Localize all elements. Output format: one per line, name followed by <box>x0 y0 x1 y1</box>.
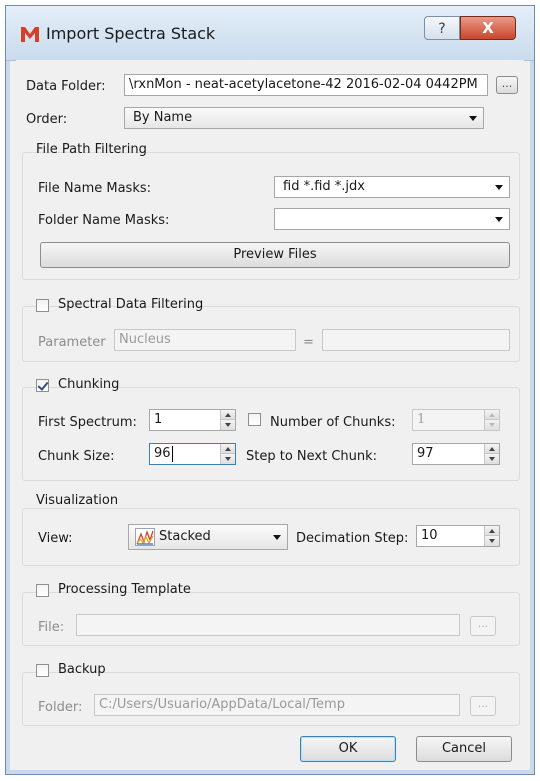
chevron-down-icon <box>273 535 281 540</box>
decimation-step-label: Decimation Step: <box>296 531 409 546</box>
decimation-step-spinbox[interactable]: 10 <box>416 525 500 547</box>
parameter-value-field[interactable] <box>322 329 510 351</box>
import-dialog: Import Spectra Stack ? X Data Folder: \r… <box>5 5 535 775</box>
spin-up-icon[interactable] <box>485 526 499 536</box>
chunk-size-label: Chunk Size: <box>38 449 115 464</box>
number-of-chunks-label: Number of Chunks: <box>270 415 396 430</box>
decimation-step-stepper[interactable] <box>484 526 499 546</box>
first-spectrum-spinbox[interactable]: 1 <box>149 409 236 431</box>
spin-down-icon[interactable] <box>485 454 499 464</box>
parameter-field[interactable]: Nucleus <box>114 329 296 351</box>
dialog-body: Data Folder: \rxnMon - neat-acetylaceton… <box>16 60 524 770</box>
file-name-masks-value: fid *.fid *.jdx <box>283 179 365 194</box>
spin-up-icon[interactable] <box>221 410 235 420</box>
spin-up-icon[interactable] <box>485 410 499 420</box>
chevron-down-icon <box>495 185 503 190</box>
chunk-size-spinbox[interactable]: 96 <box>149 443 236 465</box>
preview-files-button[interactable]: Preview Files <box>40 242 510 268</box>
chunk-size-stepper[interactable] <box>220 444 235 464</box>
folder-name-masks-select[interactable] <box>274 208 510 230</box>
file-name-masks-select[interactable]: fid *.fid *.jdx <box>274 176 510 198</box>
chunking-title: Chunking <box>58 377 120 392</box>
order-label: Order: <box>26 112 68 127</box>
spectral-data-filtering-checkbox[interactable] <box>36 299 49 312</box>
step-to-next-chunk-value: 97 <box>417 446 434 461</box>
backup-checkbox[interactable] <box>36 664 49 677</box>
title-bar[interactable]: Import Spectra Stack ? X <box>6 6 534 61</box>
order-selected-value: By Name <box>133 110 193 125</box>
chevron-down-icon <box>469 116 477 121</box>
chunking-checkbox[interactable] <box>36 379 49 392</box>
number-of-chunks-value: 1 <box>417 412 426 427</box>
order-select[interactable]: By Name <box>124 107 484 129</box>
spin-up-icon[interactable] <box>221 444 235 454</box>
step-to-next-chunk-stepper[interactable] <box>484 444 499 464</box>
view-label: View: <box>38 531 73 546</box>
first-spectrum-label: First Spectrum: <box>38 415 137 430</box>
window-title: Import Spectra Stack <box>46 24 216 43</box>
spin-down-icon[interactable] <box>221 420 235 430</box>
file-path-filtering-title: File Path Filtering <box>36 142 147 157</box>
file-name-masks-label: File Name Masks: <box>38 181 152 196</box>
spin-up-icon[interactable] <box>485 444 499 454</box>
template-browse-button[interactable]: ... <box>470 616 496 636</box>
first-spectrum-stepper[interactable] <box>220 410 235 430</box>
number-of-chunks-checkbox[interactable] <box>248 413 261 426</box>
processing-template-title: Processing Template <box>58 582 191 597</box>
folder-name-masks-label: Folder Name Masks: <box>38 213 170 228</box>
number-of-chunks-stepper[interactable] <box>484 410 499 430</box>
close-button[interactable]: X <box>460 16 516 40</box>
backup-folder-label: Folder: <box>38 700 83 715</box>
text-caret <box>172 446 173 462</box>
chunk-size-value: 96 <box>154 446 171 461</box>
chunking-group <box>22 387 520 481</box>
template-file-field[interactable] <box>76 614 460 636</box>
spin-down-icon[interactable] <box>221 454 235 464</box>
cancel-button[interactable]: Cancel <box>416 736 512 762</box>
file-label: File: <box>38 620 65 635</box>
app-logo-icon <box>21 27 39 42</box>
view-selected-value: Stacked <box>159 529 211 544</box>
data-folder-label: Data Folder: <box>26 79 106 94</box>
equals-label: = <box>303 335 314 350</box>
parameter-label: Parameter <box>38 335 106 350</box>
step-to-next-chunk-label: Step to Next Chunk: <box>246 449 378 464</box>
decimation-step-value: 10 <box>421 528 438 543</box>
backup-browse-button[interactable]: ... <box>470 696 496 716</box>
chevron-down-icon <box>495 217 503 222</box>
visualization-title: Visualization <box>36 493 119 508</box>
help-button[interactable]: ? <box>424 16 460 40</box>
data-folder-field[interactable]: \rxnMon - neat-acetylacetone-42 2016-02-… <box>124 74 488 96</box>
backup-title: Backup <box>58 662 106 677</box>
stacked-plot-icon <box>135 528 155 546</box>
spin-down-icon[interactable] <box>485 536 499 546</box>
ok-button[interactable]: OK <box>300 736 396 762</box>
spin-down-icon[interactable] <box>485 420 499 430</box>
number-of-chunks-spinbox[interactable]: 1 <box>412 409 500 431</box>
spectral-data-filtering-title: Spectral Data Filtering <box>58 297 204 312</box>
view-select[interactable]: Stacked <box>128 524 288 550</box>
first-spectrum-value: 1 <box>154 412 163 427</box>
backup-folder-field[interactable]: C:/Users/Usuario/AppData/Local/Temp <box>94 694 460 716</box>
data-folder-browse-button[interactable]: ... <box>496 76 518 94</box>
step-to-next-chunk-spinbox[interactable]: 97 <box>412 443 500 465</box>
processing-template-checkbox[interactable] <box>36 584 49 597</box>
